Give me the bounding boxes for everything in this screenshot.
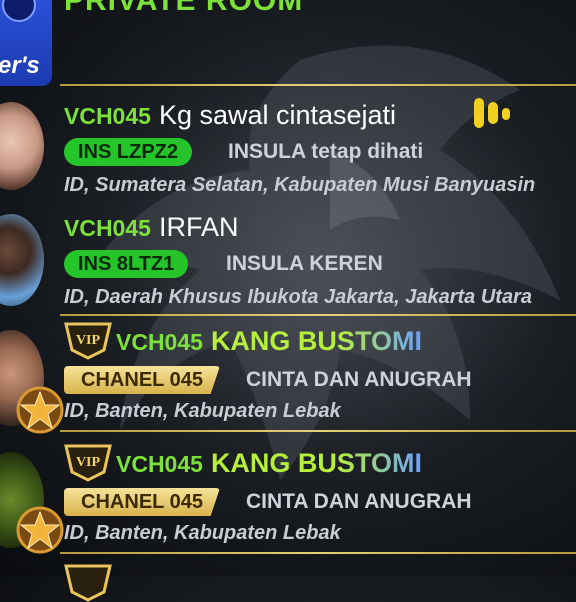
channel-code: VCH045 <box>64 103 151 129</box>
channel-code: VCH045 <box>116 329 203 355</box>
user-name: Kg sawal cintasejati <box>158 100 397 130</box>
room-title: PRIVATE ROOM <box>64 0 304 17</box>
channel-code: VCH045 <box>64 215 151 241</box>
avatar[interactable] <box>0 102 44 190</box>
status-text: CINTA DAN ANUGRAH <box>246 368 472 391</box>
channel-code: VCH045 <box>116 451 203 477</box>
status-text: INSULA tetap dihati <box>228 140 424 163</box>
svg-text:VIP: VIP <box>76 455 101 470</box>
vip-badge-icon <box>64 564 112 602</box>
top-header: PRIVATE ROOM er's <box>0 0 576 86</box>
location-text: ID, Daerah Khusus Ibukota Jakarta, Jakar… <box>64 286 532 308</box>
status-text: INSULA KEREN <box>226 252 383 275</box>
member-tag: INS LZPZ2 <box>64 138 193 166</box>
channel-badge[interactable]: er's <box>0 0 52 86</box>
user-name: KANG BUSTOMI <box>210 448 422 478</box>
badge-text: er's <box>0 52 40 79</box>
divider <box>60 552 576 554</box>
status-text: CINTA DAN ANUGRAH <box>246 490 472 513</box>
channel-tag: CHANEL 045 <box>64 488 220 516</box>
list-item[interactable]: VIP VCH045 KANG BUSTOMI CHANEL 045 CINTA … <box>0 434 576 554</box>
vip-badge-icon: VIP <box>64 444 112 482</box>
location-text: ID, Banten, Kabupaten Lebak <box>64 400 341 422</box>
location-text: ID, Banten, Kabupaten Lebak <box>64 522 341 544</box>
badge-emblem-icon <box>2 0 36 22</box>
avatar[interactable] <box>0 214 44 306</box>
user-name: IRFAN <box>158 212 239 242</box>
divider <box>60 430 576 432</box>
divider <box>60 84 576 86</box>
user-name: KANG BUSTOMI <box>210 326 422 356</box>
star-rank-icon <box>16 386 64 434</box>
svg-text:VIP: VIP <box>76 333 101 348</box>
list-item[interactable]: VIP VCH045 KANG BUSTOMI CHANEL 045 CINTA … <box>0 316 576 434</box>
star-rank-icon <box>16 506 64 554</box>
channel-tag: CHANEL 045 <box>64 366 220 394</box>
member-tag: INS 8LTZ1 <box>64 250 189 278</box>
list-item[interactable]: VCH045 Kg sawal cintasejati INS LZPZ2 INS… <box>0 88 576 206</box>
location-text: ID, Sumatera Selatan, Kabupaten Musi Ban… <box>64 174 536 196</box>
vip-badge-icon: VIP <box>64 322 112 360</box>
audio-bars-icon <box>474 98 510 128</box>
list-item[interactable]: VCH045 IRFAN INS 8LTZ1 INSULA KEREN ID, D… <box>0 206 576 314</box>
